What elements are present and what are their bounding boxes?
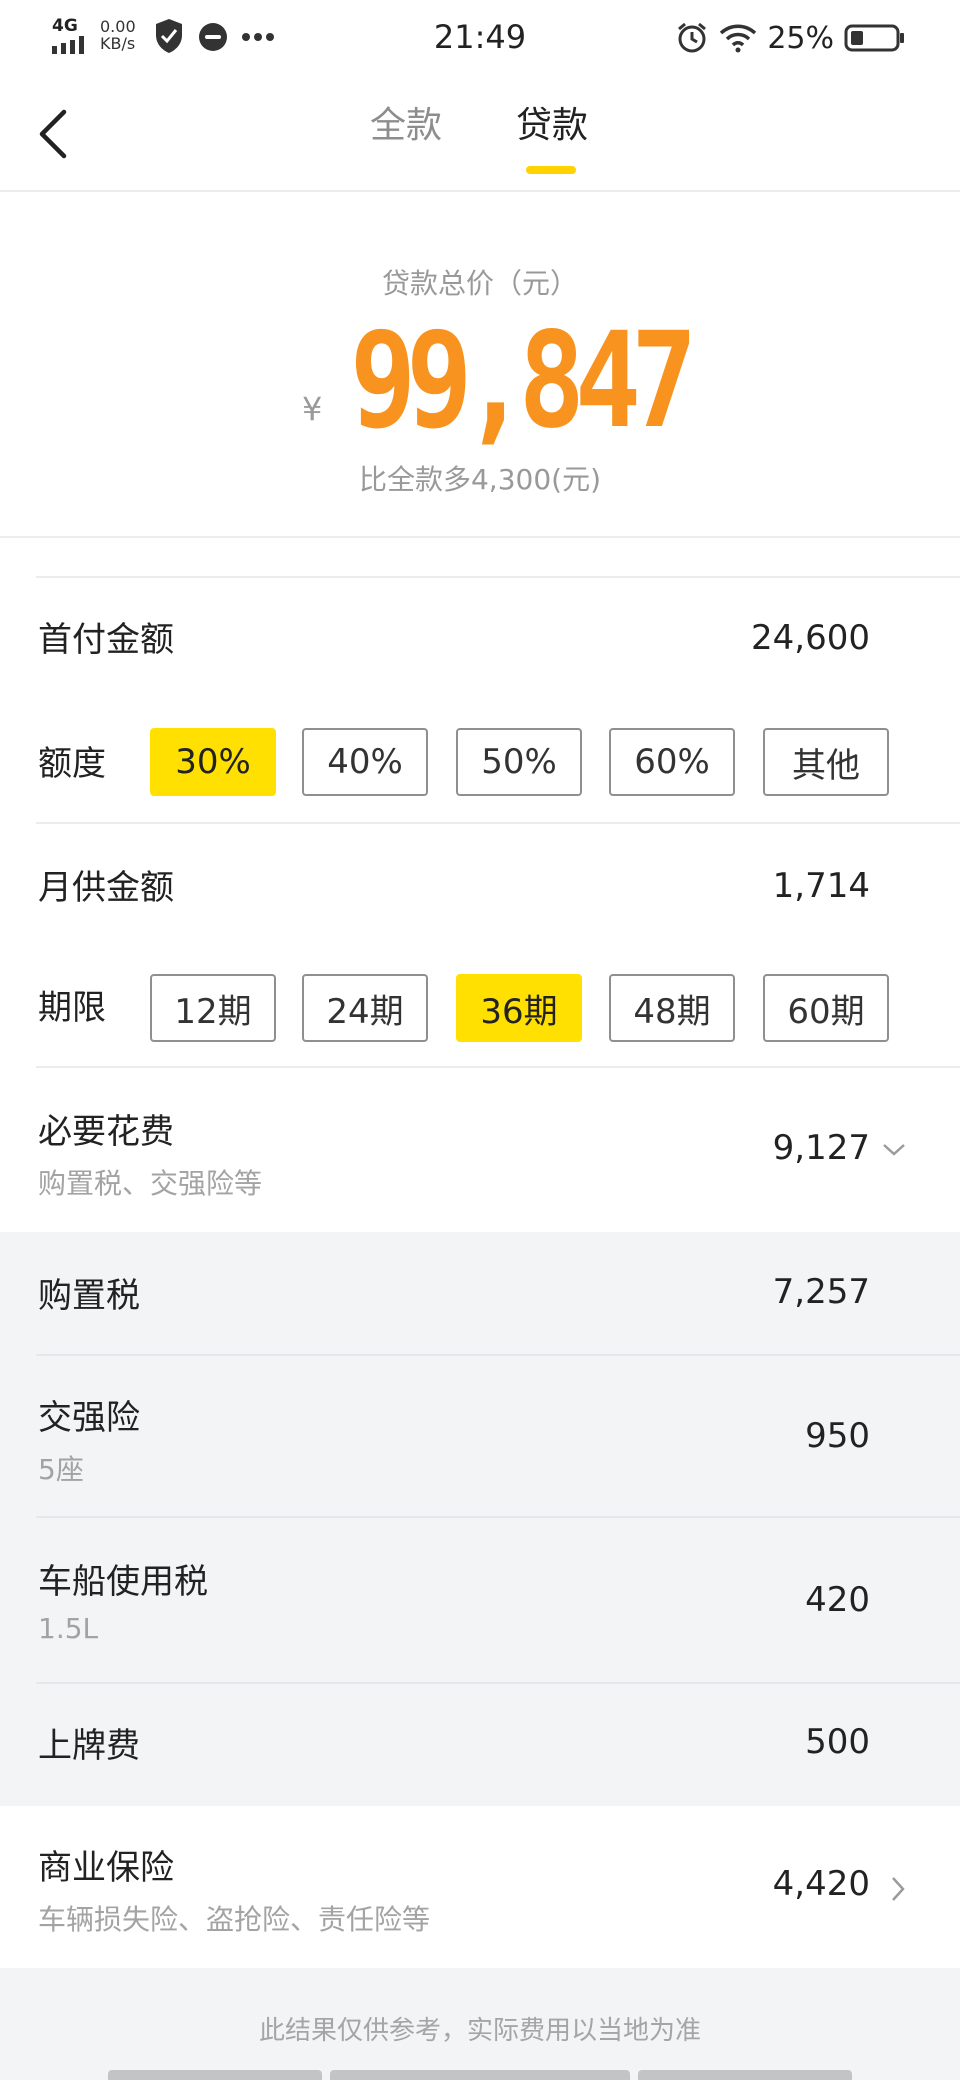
loan-total-label: 贷款总价（元） [381,267,578,300]
row-divider [36,1354,960,1356]
bottom-bar-segment [108,2070,322,2080]
term-option-36[interactable]: 36期 [456,974,582,1042]
term-option-12[interactable]: 12期 [150,974,276,1042]
insurance-value: 4,420 [772,1864,870,1904]
ratio-option-50[interactable]: 50% [456,728,582,796]
detail-sub: 1.5L [38,1612,99,1645]
down-payment-label: 首付金额 [38,620,174,660]
monthly-value: 1,714 [772,866,870,906]
status-bar: 4G 0.00 KB/s 21:49 25% [0,0,960,76]
necessary-costs-row[interactable]: 必要花费 购置税、交强险等 9,127 [0,1068,960,1232]
necessary-costs-details [0,1232,960,1806]
detail-value: 950 [805,1416,870,1456]
bottom-bar-segment [638,2070,852,2080]
battery-percent: 25% [767,20,834,56]
commercial-insurance-row[interactable]: 商业保险 车辆损失险、盗抢险、责任险等 4,420 [0,1806,960,1968]
row-divider [36,822,960,824]
ratio-option-other[interactable]: 其他 [763,728,889,796]
tab-full-payment[interactable]: 全款 [370,104,442,148]
necessary-sub: 购置税、交强险等 [38,1167,263,1200]
down-payment-value: 24,600 [751,618,870,658]
detail-value: 500 [805,1722,870,1762]
alarm-icon [678,22,707,53]
term-option-60[interactable]: 60期 [763,974,889,1042]
term-label: 期限 [38,988,106,1028]
insurance-sub: 车辆损失险、盗抢险、责任险等 [38,1903,431,1936]
monthly-label: 月供金额 [38,868,174,908]
ratio-option-40[interactable]: 40% [302,728,428,796]
footer-note: 此结果仅供参考，实际费用以当地为准 [258,2016,701,2046]
price-compare-note: 比全款多4,300(元) [358,463,601,496]
wifi-icon [720,24,757,53]
ratio-option-60[interactable]: 60% [609,728,735,796]
status-right: 25% [675,18,906,58]
tab-loan[interactable]: 贷款 [516,104,588,148]
necessary-value: 9,127 [772,1128,870,1168]
chevron-down-icon [883,1144,905,1156]
section-divider [0,536,960,538]
detail-label: 交强险 [38,1398,140,1438]
chevron-right-icon [892,1877,905,1901]
ratio-option-30[interactable]: 30% [150,728,276,796]
necessary-label: 必要花费 [38,1112,174,1152]
row-divider [36,1516,960,1518]
row-divider [36,1682,960,1684]
term-option-24[interactable]: 24期 [302,974,428,1042]
bottom-bar-segment [330,2070,630,2080]
detail-value: 420 [805,1580,870,1620]
term-option-48[interactable]: 48期 [609,974,735,1042]
active-tab-indicator [526,166,576,174]
battery-icon [844,24,904,52]
ratio-label: 额度 [38,744,106,784]
loan-total-price: 99,847 [350,303,697,458]
currency-symbol: ¥ [302,390,323,428]
section-divider [36,576,960,578]
detail-label: 车船使用税 [38,1562,208,1602]
insurance-label: 商业保险 [38,1848,174,1888]
detail-value: 7,257 [772,1272,870,1312]
detail-sub: 5座 [38,1453,84,1486]
back-arrow-icon[interactable] [34,106,74,162]
detail-label: 上牌费 [38,1726,140,1766]
top-nav: 全款 贷款 [0,76,960,192]
detail-label: 购置税 [38,1276,140,1316]
